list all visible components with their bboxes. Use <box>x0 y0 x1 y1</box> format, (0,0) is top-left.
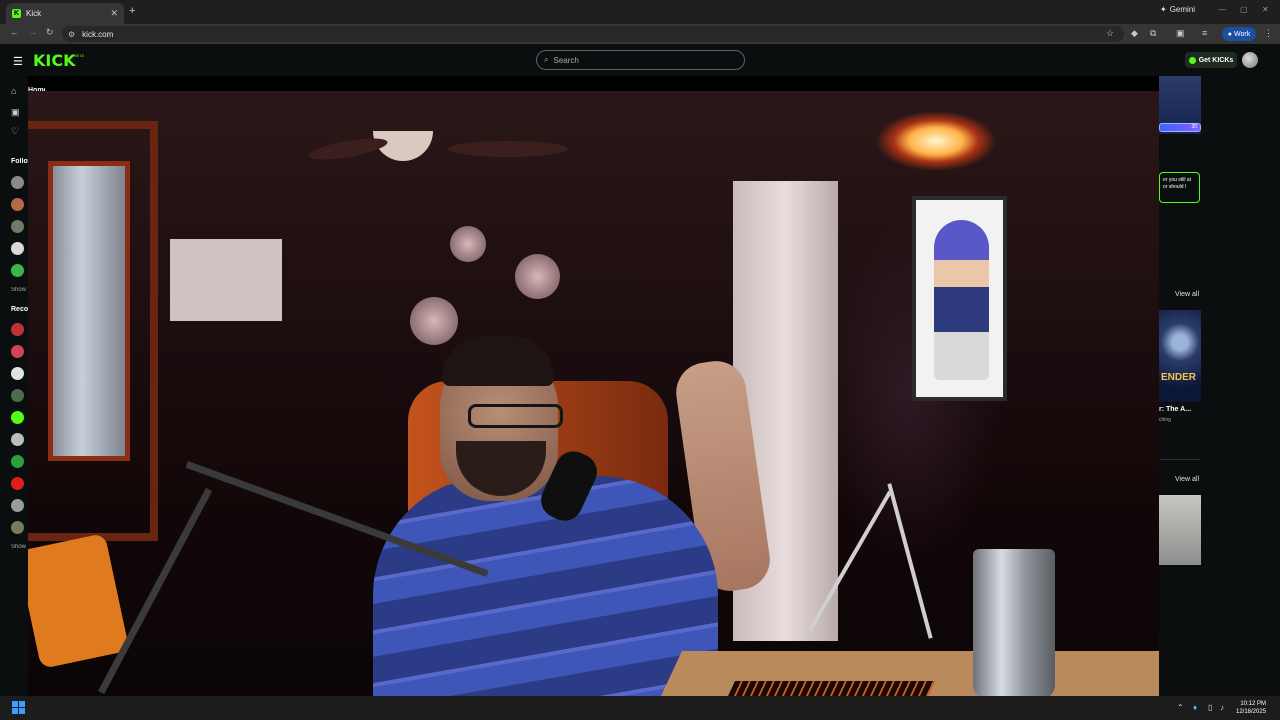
video-scene-pillow <box>28 532 130 670</box>
sparkle-icon: ✦ <box>1160 5 1167 14</box>
video-scene-fan-blade <box>307 134 389 164</box>
back-arrow-icon[interactable]: ← <box>10 27 19 37</box>
browse-icon[interactable]: ▣ <box>11 107 20 118</box>
followed-channel-avatar[interactable] <box>11 176 24 189</box>
video-scene-wall-clock <box>410 297 458 345</box>
reload-icon[interactable]: ↻ <box>46 27 54 38</box>
forward-arrow-icon[interactable]: → <box>28 27 37 37</box>
profile-avatar-icon: ● <box>1227 30 1232 38</box>
recommended-channel-avatar[interactable] <box>11 521 24 534</box>
recommended-channel-avatar[interactable] <box>11 433 24 446</box>
search-placeholder: Search <box>553 55 579 65</box>
gemini-button[interactable]: ✦ Gemini <box>1160 5 1195 14</box>
home-icon[interactable]: ⌂ <box>11 86 16 96</box>
tab-title: Kick <box>26 9 42 18</box>
search-input[interactable]: ⌕ Search <box>536 50 745 70</box>
close-tab-icon[interactable]: ✕ <box>110 8 118 19</box>
tab-search-icon[interactable]: ▣ <box>1176 28 1185 39</box>
clock-date: 12/18/2025 <box>1236 709 1267 716</box>
video-scene-wall-clock <box>515 254 560 299</box>
recommended-channel-avatar[interactable] <box>11 323 24 336</box>
left-sidebar: ⌂ Home ▣ ♡ Following Show more Recommend… <box>0 76 45 696</box>
following-heading: Following <box>11 158 28 165</box>
new-tab-button[interactable]: + <box>129 5 135 17</box>
recommended-channel-avatar[interactable] <box>11 455 24 468</box>
taskbar-clock[interactable]: 10:12 PM 12/18/2025 <box>1236 700 1266 717</box>
view-all-link[interactable]: View all <box>1175 476 1199 483</box>
video-scene-wall-art <box>170 239 282 321</box>
browser-toolbar: ← → ↻ ⚙ kick.com ☆ ◆ ⧉ ▣ ≡ ● Work ⋮ <box>0 24 1280 44</box>
stream-card-thumbnail[interactable]: ENDER <box>1159 310 1201 402</box>
recommended-channel-avatar[interactable] <box>11 345 24 358</box>
recommended-channel-avatar[interactable] <box>11 367 24 380</box>
bookmark-star-icon[interactable]: ☆ <box>1106 28 1114 39</box>
tray-overflow-icon[interactable]: ⌃ <box>1177 703 1184 712</box>
kick-logo[interactable]: KICK <box>33 51 76 70</box>
show-more-following[interactable]: Show more <box>11 287 28 293</box>
url-text: kick.com <box>82 29 114 39</box>
browser-menu-icon[interactable]: ⋮ <box>1264 28 1273 39</box>
video-scene-streamer-hair <box>442 336 554 386</box>
microphone-icon[interactable]: ♦ <box>1193 703 1197 712</box>
get-kicks-button[interactable]: Get KICKs <box>1185 52 1237 68</box>
site-header: ☰ KICK BETA ⌕ Search Get KICKs <box>0 44 1280 76</box>
video-scene-keyboard <box>721 681 935 696</box>
followed-channel-avatar[interactable] <box>11 220 24 233</box>
video-scene-tumbler <box>973 549 1055 696</box>
video-scene-tripod <box>887 483 933 639</box>
video-scene-fan-blade <box>448 141 568 157</box>
clock-time: 10:12 PM <box>1240 701 1267 707</box>
progress-bar: 30 <box>1159 123 1201 132</box>
view-all-link[interactable]: View all <box>1175 291 1199 298</box>
search-icon: ⌕ <box>544 55 549 64</box>
video-scene-glasses <box>468 404 563 428</box>
thumbnail-text: ENDER <box>1161 372 1197 383</box>
followed-channel-avatar[interactable] <box>11 264 24 277</box>
extension-diamond-icon[interactable]: ◆ <box>1131 28 1138 39</box>
video-player[interactable] <box>28 91 1159 696</box>
poster-figure <box>934 220 989 380</box>
recommended-heading: Recommended <box>11 306 28 313</box>
extensions-puzzle-icon[interactable]: ⧉ <box>1150 28 1156 39</box>
profile-button[interactable]: ● Work <box>1222 27 1256 41</box>
stream-card-thumbnail[interactable] <box>1159 495 1201 565</box>
address-bar[interactable]: ⚙ kick.com <box>62 26 1124 42</box>
stream-card-title[interactable]: r: The A... <box>1159 406 1191 413</box>
video-scene-stained-glass <box>48 161 130 461</box>
get-kicks-label: Get KICKs <box>1198 56 1234 64</box>
window-close-button[interactable]: ✕ <box>1262 5 1269 14</box>
kick-favicon-icon: K <box>12 9 21 18</box>
browser-tab-bar: K Kick ✕ + ✦ Gemini — ▢ ✕ <box>0 0 1280 24</box>
video-scene-wall-clock <box>450 226 486 262</box>
logo-beta-badge: BETA <box>74 53 85 58</box>
followed-channel-avatar[interactable] <box>11 198 24 211</box>
volume-icon[interactable]: ♪ <box>1220 703 1224 712</box>
video-scene-poster <box>912 196 1007 401</box>
site-info-icon[interactable]: ⚙ <box>68 30 75 39</box>
gemini-label: Gemini <box>1169 5 1196 14</box>
hamburger-menu-icon[interactable]: ☰ <box>13 55 23 68</box>
windows-start-icon[interactable] <box>12 701 25 714</box>
network-icon[interactable]: ▯ <box>1208 703 1212 712</box>
recommended-channel-avatar[interactable] <box>11 499 24 512</box>
stream-card-subtitle: ching <box>1159 417 1171 423</box>
following-heart-icon[interactable]: ♡ <box>11 126 19 137</box>
followed-channel-avatar[interactable] <box>11 242 24 255</box>
section-divider <box>1159 459 1201 460</box>
os-taskbar: ⌃ ♦ ▯ ♪ 10:12 PM 12/18/2025 <box>0 696 1280 720</box>
minimize-button[interactable]: — <box>1218 5 1226 14</box>
maximize-button[interactable]: ▢ <box>1240 5 1248 14</box>
media-control-icon[interactable]: ≡ <box>1202 28 1207 38</box>
kicks-coin-icon <box>1188 56 1196 64</box>
chat-message-bubble: er you still at or should I <box>1159 172 1200 203</box>
featured-stream-thumbnail[interactable]: 30 <box>1159 76 1201 134</box>
recommended-channel-avatar[interactable] <box>11 389 24 402</box>
recommended-channel-avatar[interactable] <box>11 477 24 490</box>
profile-label: Work <box>1234 30 1251 38</box>
user-avatar[interactable] <box>1242 52 1258 68</box>
browser-tab[interactable]: K Kick ✕ <box>6 3 124 24</box>
recommended-channel-avatar[interactable] <box>11 411 24 424</box>
show-more-recommended[interactable]: Show more <box>11 544 28 550</box>
